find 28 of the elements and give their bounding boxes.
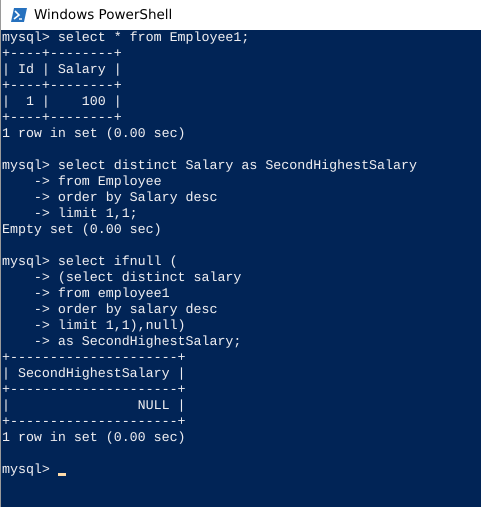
console-line: Empty set (0.00 sec) bbox=[2, 222, 162, 238]
console-line: 1 row in set (0.00 sec) bbox=[2, 126, 186, 142]
powershell-icon bbox=[11, 8, 27, 22]
window-title: Windows PowerShell bbox=[34, 7, 172, 23]
console-line: +----+--------+ bbox=[2, 110, 122, 126]
console-line: mysql> bbox=[2, 462, 50, 478]
console-line: -> (select distinct salary bbox=[32, 270, 242, 286]
console-line: -> as SecondHighestSalary; bbox=[32, 334, 242, 350]
console-line: -> from Employee bbox=[32, 174, 162, 190]
console-line: +---------------------+ bbox=[2, 382, 186, 398]
console-line: mysql> select distinct Salary as SecondHighestSalary bbox=[2, 158, 417, 174]
console-line: -> from employee1 bbox=[32, 286, 170, 302]
console-line: 1 row in set (0.00 sec) bbox=[2, 430, 186, 446]
console-line: +---------------------+ bbox=[2, 414, 186, 430]
console-line: mysql> select * from Employee1; bbox=[2, 30, 250, 46]
console-line: | NULL | bbox=[2, 398, 186, 414]
console-line: -> limit 1,1; bbox=[32, 206, 138, 222]
console-line: +----+--------+ bbox=[2, 46, 122, 62]
console-line: +----+--------+ bbox=[2, 78, 122, 94]
console-line: -> order by Salary desc bbox=[32, 190, 218, 206]
console-line: | SecondHighestSalary | bbox=[2, 366, 186, 382]
console-line: -> limit 1,1),null) bbox=[32, 318, 186, 334]
console-line: | Id | Salary | bbox=[2, 62, 122, 78]
console-line: -> order by salary desc bbox=[32, 302, 218, 318]
console-line: | 1 | 100 | bbox=[2, 94, 122, 110]
console-line: mysql> select ifnull ( bbox=[2, 254, 178, 270]
console-line: +---------------------+ bbox=[2, 350, 186, 366]
cursor-icon bbox=[58, 473, 66, 476]
